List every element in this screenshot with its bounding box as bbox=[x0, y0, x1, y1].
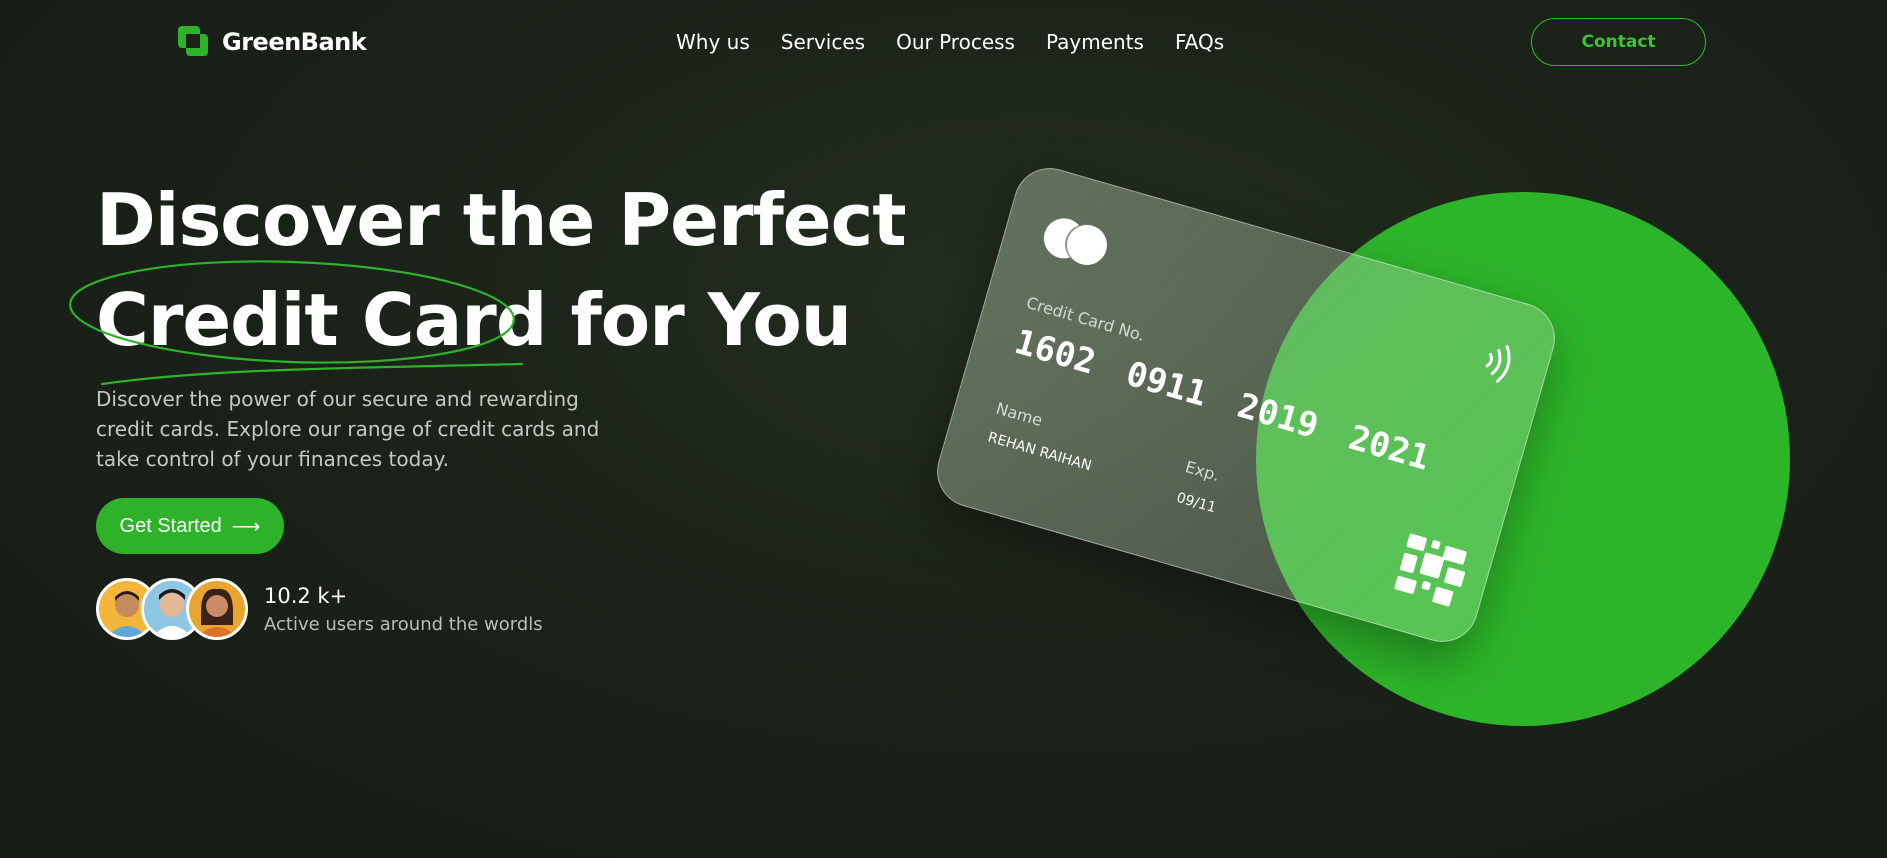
card-number-group: 0911 bbox=[1121, 353, 1212, 415]
nav-why-us[interactable]: Why us bbox=[676, 30, 750, 54]
headline-line-2: Credit Card for You bbox=[96, 270, 906, 370]
get-started-button[interactable]: Get Started ⟶ bbox=[96, 498, 284, 554]
headline-highlight: Credit Card bbox=[96, 278, 547, 362]
mastercard-logo-icon bbox=[1039, 213, 1112, 270]
brand-logo[interactable]: GreenBank bbox=[178, 26, 367, 58]
contact-button[interactable]: Contact bbox=[1531, 18, 1706, 66]
nav-our-process[interactable]: Our Process bbox=[896, 30, 1015, 54]
hero-headline: Discover the Perfect Credit Card for You bbox=[96, 170, 907, 370]
get-started-label: Get Started bbox=[119, 514, 222, 537]
nav-faqs[interactable]: FAQs bbox=[1175, 30, 1224, 54]
site-header: GreenBank Why us Services Our Process Pa… bbox=[0, 0, 1887, 86]
headline-rest: for You bbox=[570, 278, 852, 362]
hero-subtext: Discover the power of our secure and rew… bbox=[96, 387, 600, 471]
logo-icon bbox=[178, 26, 208, 56]
card-holder-name: REHAN RAIHAN bbox=[985, 429, 1094, 475]
brand-name: GreenBank bbox=[222, 28, 367, 56]
card-number-group: 2019 bbox=[1232, 385, 1323, 447]
card-exp-label: Exp. bbox=[1183, 457, 1222, 486]
avatar bbox=[186, 578, 248, 640]
nav-payments[interactable]: Payments bbox=[1046, 30, 1144, 54]
nav-services[interactable]: Services bbox=[781, 30, 865, 54]
chip-icon bbox=[1394, 533, 1467, 607]
arrow-right-icon: ⟶ bbox=[231, 515, 261, 538]
active-users-count: 10.2 k+ bbox=[264, 584, 348, 608]
headline-line-1: Discover the Perfect bbox=[96, 178, 907, 262]
card-number-group: 2021 bbox=[1344, 417, 1435, 479]
user-avatars bbox=[96, 578, 248, 640]
main-nav: Why us Services Our Process Payments FAQ… bbox=[676, 30, 1224, 54]
contactless-icon bbox=[1485, 345, 1511, 383]
card-number-group: 1602 bbox=[1010, 321, 1100, 383]
active-users-label: Active users around the wordls bbox=[264, 614, 543, 635]
card-exp-date: 09/11 bbox=[1174, 489, 1218, 517]
card-name-label: Name bbox=[993, 398, 1045, 430]
